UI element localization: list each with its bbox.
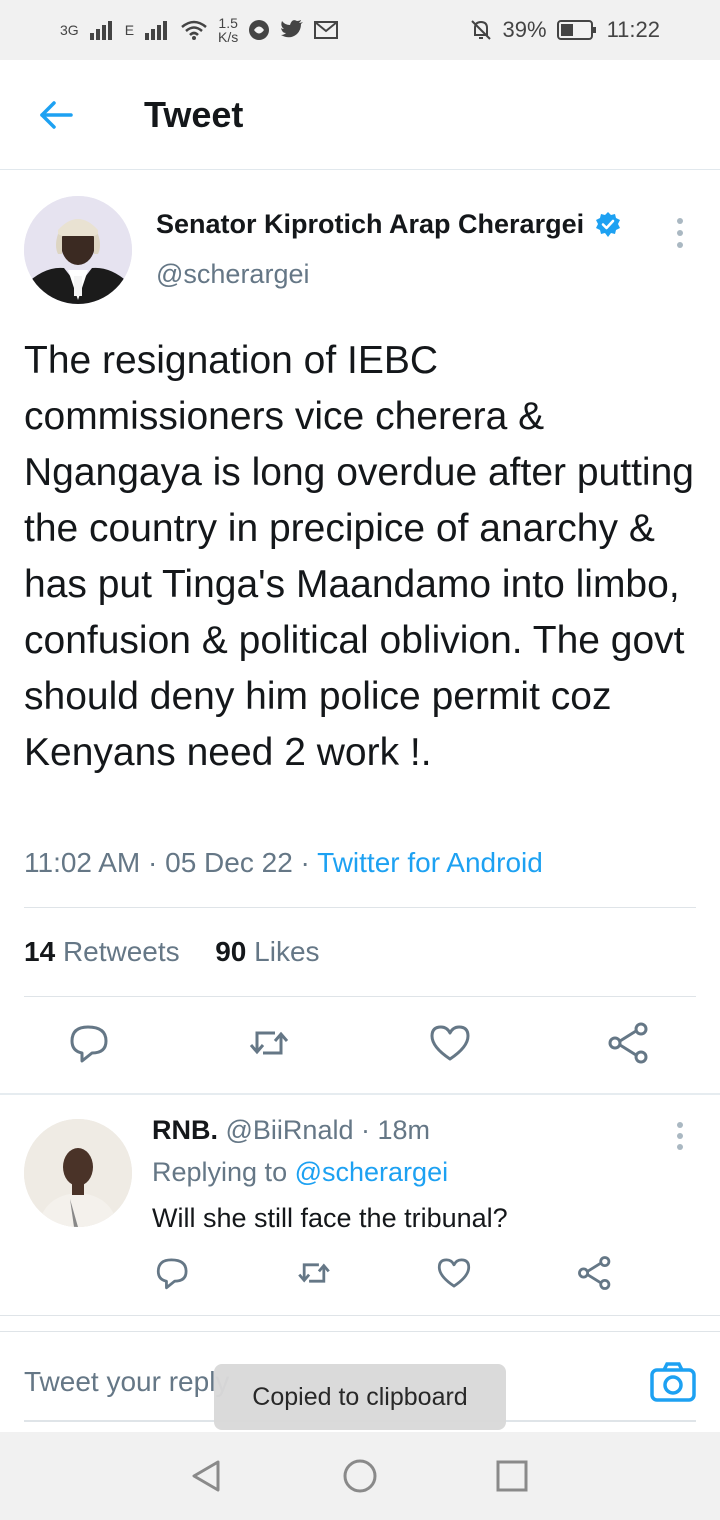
battery-icon — [556, 20, 596, 40]
tweet-stats: 14 Retweets 90 Likes — [24, 936, 320, 968]
replying-to: Replying to @scherargei — [152, 1157, 448, 1188]
tweet-more-button[interactable] — [668, 213, 692, 253]
reply-age: 18m — [377, 1115, 431, 1145]
divider — [24, 996, 696, 997]
app-bar: Tweet — [0, 60, 720, 170]
tweet-text: The resignation of IEBC commissioners vi… — [24, 339, 694, 774]
replying-prefix: Replying to — [152, 1157, 288, 1187]
nav-back-icon[interactable] — [188, 1458, 224, 1494]
more-vertical-icon — [677, 218, 683, 248]
reply-icon[interactable] — [68, 1021, 112, 1065]
tweet-actions — [0, 1021, 720, 1071]
share-icon[interactable] — [577, 1255, 613, 1291]
reply-header: RNB. @BiiRnald · 18m — [152, 1115, 431, 1145]
page-title: Tweet — [144, 93, 244, 135]
more-vertical-icon — [677, 1122, 683, 1150]
reply-icon[interactable] — [155, 1255, 191, 1291]
tweet-source-link[interactable]: Twitter for Android — [317, 847, 543, 878]
wifi-icon — [181, 20, 207, 40]
battery-percent: 39% — [502, 17, 547, 42]
retweets-label: Retweets — [62, 936, 180, 967]
reply-avatar[interactable] — [24, 1119, 132, 1227]
status-bar: 3G E 1.5 K/s 39% 11:22 — [0, 0, 720, 60]
signal-icon — [89, 21, 112, 40]
back-button[interactable] — [26, 85, 86, 145]
app-notification-icon — [249, 20, 270, 40]
network-type-e: E — [124, 22, 135, 38]
likes-stat[interactable]: 90 Likes — [215, 936, 319, 967]
status-right: 39% 11:22 — [469, 17, 660, 43]
signal-icon-2 — [145, 21, 168, 40]
reply-avatar-image — [24, 1119, 132, 1227]
section-divider — [0, 1315, 720, 1316]
likes-count: 90 — [215, 936, 247, 967]
reply-input[interactable]: Tweet your reply — [24, 1366, 229, 1398]
nav-recents-icon[interactable] — [494, 1458, 530, 1494]
system-nav-bar — [0, 1432, 720, 1520]
replying-to-mention[interactable]: @scherargei — [295, 1157, 448, 1187]
reply-author-handle[interactable]: @BiiRnald — [226, 1115, 354, 1145]
twitter-icon — [281, 20, 304, 38]
likes-label: Likes — [254, 936, 320, 967]
author-name[interactable]: Senator Kiprotich Arap Cherargei — [156, 209, 584, 240]
speed-unit: K/s — [218, 29, 239, 45]
retweets-count: 14 — [24, 936, 56, 967]
network-speed: 1.5 K/s — [218, 16, 238, 44]
author-avatar[interactable] — [24, 196, 132, 304]
network-type-3g: 3G — [60, 22, 79, 38]
divider — [24, 907, 696, 908]
avatar-image — [24, 196, 132, 304]
toast: Copied to clipboard — [214, 1364, 506, 1430]
author-name-row[interactable]: Senator Kiprotich Arap Cherargei — [156, 209, 622, 240]
status-left: 3G E 1.5 K/s — [60, 16, 339, 44]
retweet-icon[interactable] — [247, 1021, 291, 1065]
clock: 11:22 — [606, 17, 660, 42]
back-arrow-icon — [40, 100, 73, 129]
mute-bell-icon — [470, 20, 491, 40]
tweet-meta: 11:02 AM · 05 Dec 22 · Twitter for Andro… — [24, 847, 543, 878]
camera-icon[interactable] — [650, 1362, 696, 1402]
author-handle[interactable]: @scherargei — [156, 259, 309, 290]
like-heart-icon[interactable] — [436, 1255, 472, 1291]
tweet-time: 11:02 AM — [24, 847, 141, 878]
share-icon[interactable] — [607, 1021, 651, 1065]
reply-text: Will she still face the tribunal? — [152, 1203, 508, 1233]
reply-author-name[interactable]: RNB. — [152, 1115, 218, 1145]
reply-item[interactable]: RNB. @BiiRnald · 18m Replying to @schera… — [0, 1095, 720, 1315]
tweet-date: 05 Dec 22 — [165, 847, 293, 878]
retweets-stat[interactable]: 14 Retweets — [24, 936, 180, 967]
verified-badge-icon — [596, 211, 621, 237]
like-heart-icon[interactable] — [428, 1021, 472, 1065]
retweet-icon[interactable] — [296, 1255, 332, 1291]
gmail-icon — [314, 21, 339, 39]
reply-more-button[interactable] — [668, 1119, 692, 1155]
nav-home-icon[interactable] — [342, 1458, 378, 1494]
